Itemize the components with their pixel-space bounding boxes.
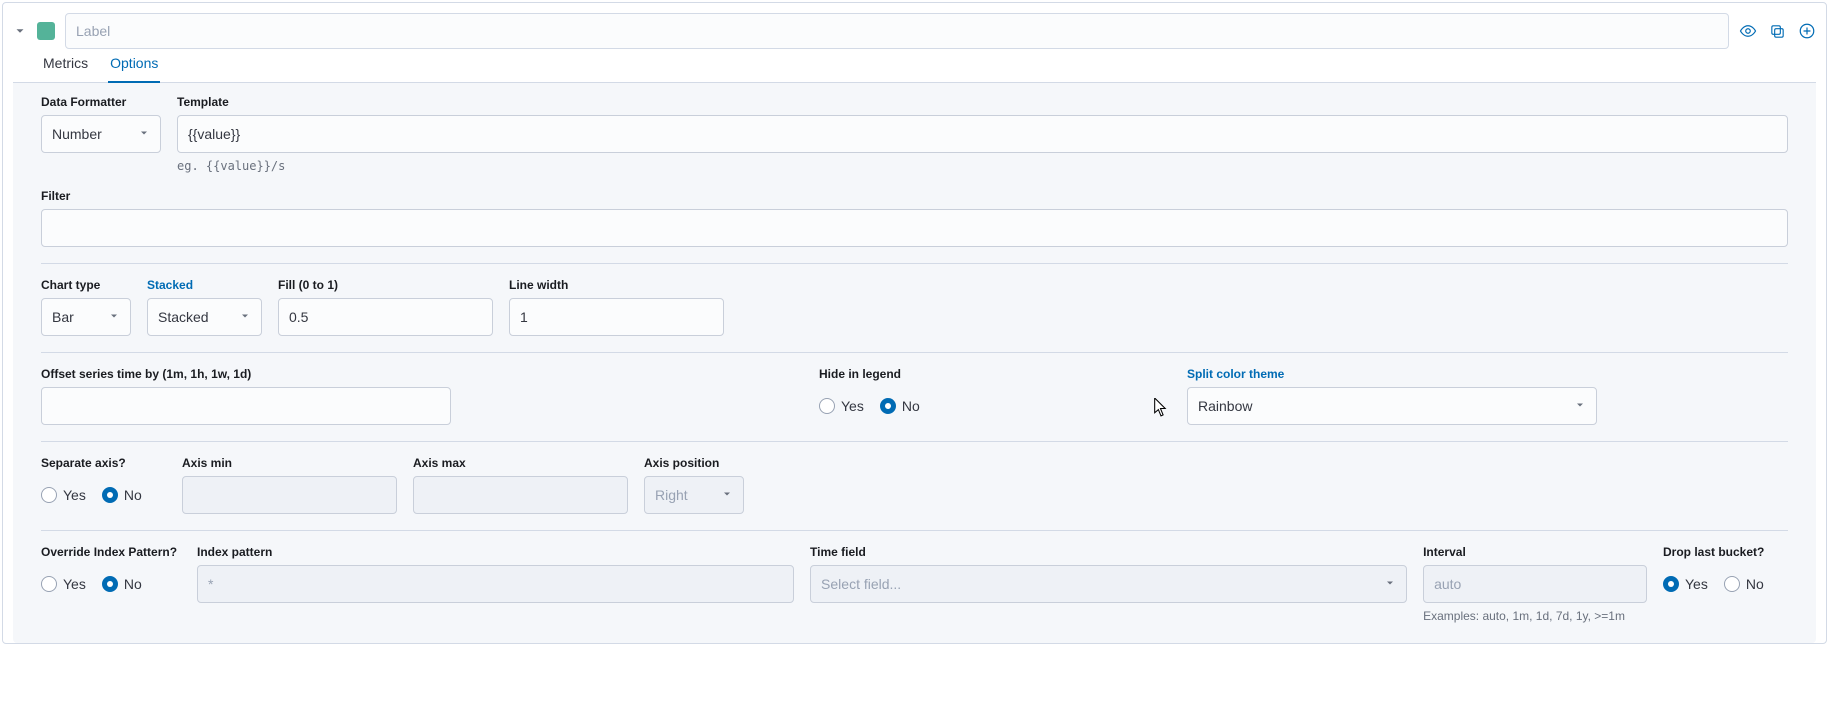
chart-type-select[interactable]: Bar: [41, 298, 131, 336]
line-width-input[interactable]: [509, 298, 724, 336]
chevron-down-icon: [1574, 398, 1586, 414]
series-color-swatch[interactable]: [37, 22, 55, 40]
separate-axis-radio-group: Yes No: [41, 476, 166, 514]
offset-input[interactable]: [41, 387, 451, 425]
drop-last-bucket-no[interactable]: No: [1724, 576, 1764, 592]
chevron-down-icon: [13, 24, 27, 38]
hide-in-legend-no[interactable]: No: [880, 398, 920, 414]
template-hint: eg. {{value}}/s: [177, 159, 1788, 173]
index-pattern-label: Index pattern: [197, 545, 794, 559]
section-axis: Separate axis? Yes No Axis min Axis max …: [41, 456, 1788, 531]
fill-input[interactable]: [278, 298, 493, 336]
visibility-toggle[interactable]: [1739, 22, 1757, 40]
axis-position-select: Right: [644, 476, 744, 514]
override-index-yes[interactable]: Yes: [41, 576, 86, 592]
filter-input[interactable]: [41, 209, 1788, 247]
stacked-label[interactable]: Stacked: [147, 278, 262, 292]
drop-last-bucket-yes[interactable]: Yes: [1663, 576, 1708, 592]
stacked-select[interactable]: Stacked: [147, 298, 262, 336]
axis-position-label: Axis position: [644, 456, 744, 470]
section-offset-legend-split: Offset series time by (1m, 1h, 1w, 1d) H…: [41, 367, 1788, 442]
time-field-label: Time field: [810, 545, 1407, 559]
split-color-theme-label[interactable]: Split color theme: [1187, 367, 1597, 381]
override-index-no[interactable]: No: [102, 576, 142, 592]
section-index: Override Index Pattern? Yes No Index pat…: [41, 545, 1788, 623]
separate-axis-no[interactable]: No: [102, 487, 142, 503]
tab-metrics[interactable]: Metrics: [41, 55, 90, 82]
chevron-down-icon: [108, 309, 120, 325]
interval-hint: Examples: auto, 1m, 1d, 7d, 1y, >=1m: [1423, 609, 1647, 623]
chevron-down-icon: [138, 126, 150, 142]
line-width-label: Line width: [509, 278, 724, 292]
axis-min-label: Axis min: [182, 456, 397, 470]
chevron-down-icon: [239, 309, 251, 325]
series-panel: Metrics Options Data Formatter Number Te…: [2, 2, 1827, 644]
hide-in-legend-label: Hide in legend: [819, 367, 1019, 381]
interval-input: [1423, 565, 1647, 603]
interval-label: Interval: [1423, 545, 1647, 559]
override-index-label: Override Index Pattern?: [41, 545, 181, 559]
data-formatter-select[interactable]: Number: [41, 115, 161, 153]
separate-axis-label: Separate axis?: [41, 456, 166, 470]
series-actions: [1739, 22, 1816, 40]
series-label-input[interactable]: [65, 13, 1729, 49]
options-body: Data Formatter Number Template eg. {{val…: [13, 83, 1816, 643]
template-input[interactable]: [177, 115, 1788, 153]
hide-in-legend-yes[interactable]: Yes: [819, 398, 864, 414]
tabs: Metrics Options: [13, 55, 1816, 83]
drop-last-bucket-radio-group: Yes No: [1663, 565, 1788, 603]
index-pattern-input: [197, 565, 794, 603]
collapse-toggle[interactable]: [13, 24, 27, 38]
tab-options[interactable]: Options: [108, 55, 160, 83]
add-button[interactable]: [1798, 22, 1816, 40]
fill-label: Fill (0 to 1): [278, 278, 493, 292]
template-label: Template: [177, 95, 1788, 109]
axis-max-label: Axis max: [413, 456, 628, 470]
plus-circle-icon: [1798, 22, 1816, 40]
offset-label: Offset series time by (1m, 1h, 1w, 1d): [41, 367, 451, 381]
axis-min-input: [182, 476, 397, 514]
data-formatter-label: Data Formatter: [41, 95, 161, 109]
axis-max-input: [413, 476, 628, 514]
override-index-radio-group: Yes No: [41, 565, 181, 603]
section-chart-style: Chart type Bar Stacked Stacked Fill (0 t…: [41, 278, 1788, 353]
eye-icon: [1739, 22, 1757, 40]
chevron-down-icon: [1384, 576, 1396, 592]
separate-axis-yes[interactable]: Yes: [41, 487, 86, 503]
chart-type-label: Chart type: [41, 278, 131, 292]
section-format-filter: Data Formatter Number Template eg. {{val…: [41, 95, 1788, 264]
drop-last-bucket-label: Drop last bucket?: [1663, 545, 1788, 559]
split-color-theme-select[interactable]: Rainbow: [1187, 387, 1597, 425]
clone-button[interactable]: [1769, 23, 1786, 40]
series-header-row: [13, 13, 1816, 49]
copy-icon: [1769, 23, 1786, 40]
chevron-down-icon: [721, 487, 733, 503]
hide-in-legend-radio-group: Yes No: [819, 387, 1019, 425]
time-field-combobox: Select field...: [810, 565, 1407, 603]
filter-label: Filter: [41, 189, 1788, 203]
